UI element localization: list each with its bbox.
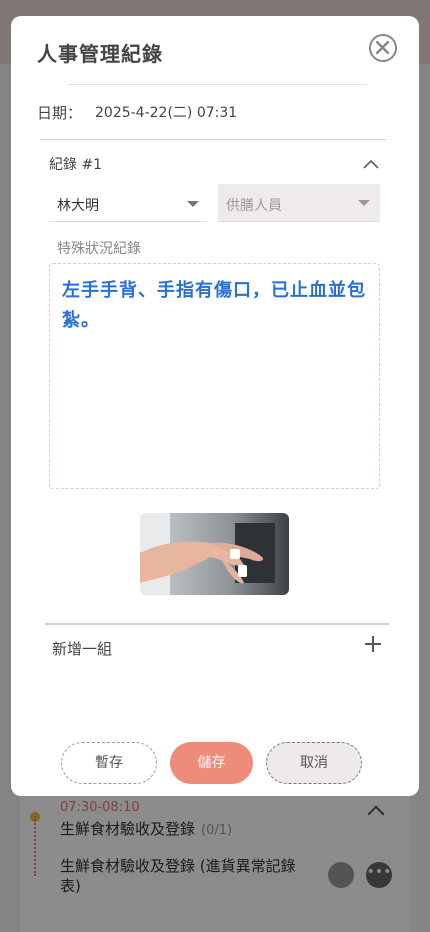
injury-photo[interactable] (140, 513, 289, 595)
caret-down-icon (187, 201, 199, 207)
date-label: 日期： (37, 104, 83, 122)
title-divider (67, 84, 367, 85)
staff-select[interactable]: 供膳人員 (218, 184, 380, 222)
chevron-up-icon[interactable] (363, 154, 379, 173)
close-button[interactable] (369, 34, 397, 62)
close-icon (376, 41, 389, 54)
notes-textarea[interactable]: 左手手背、手指有傷口，已止血並包紮。 (49, 263, 380, 489)
record-title: 紀錄 #1 (49, 157, 103, 173)
record-divider (40, 139, 386, 140)
cancel-button[interactable]: 取消 (266, 742, 362, 784)
staff-select-placeholder: 供膳人員 (226, 198, 282, 214)
save-button[interactable]: 儲存 (170, 742, 253, 784)
modal-title: 人事管理紀錄 (37, 42, 163, 66)
person-select-value: 林大明 (57, 198, 99, 214)
plus-icon[interactable] (365, 636, 381, 652)
notes-text: 左手手背、手指有傷口，已止血並包紮。 (62, 280, 366, 331)
notes-label: 特殊狀況紀錄 (57, 241, 141, 257)
caret-down-icon (358, 200, 370, 206)
date-value: 2025-4-22(二) 07:31 (95, 105, 238, 121)
person-select[interactable]: 林大明 (49, 186, 207, 222)
draft-button[interactable]: 暫存 (61, 742, 157, 784)
record-modal: 人事管理紀錄 日期： 2025-4-22(二) 07:31 紀錄 #1 林大明 … (11, 16, 419, 796)
add-group-divider (45, 623, 389, 625)
add-group-label[interactable]: 新增一組 (52, 638, 112, 659)
